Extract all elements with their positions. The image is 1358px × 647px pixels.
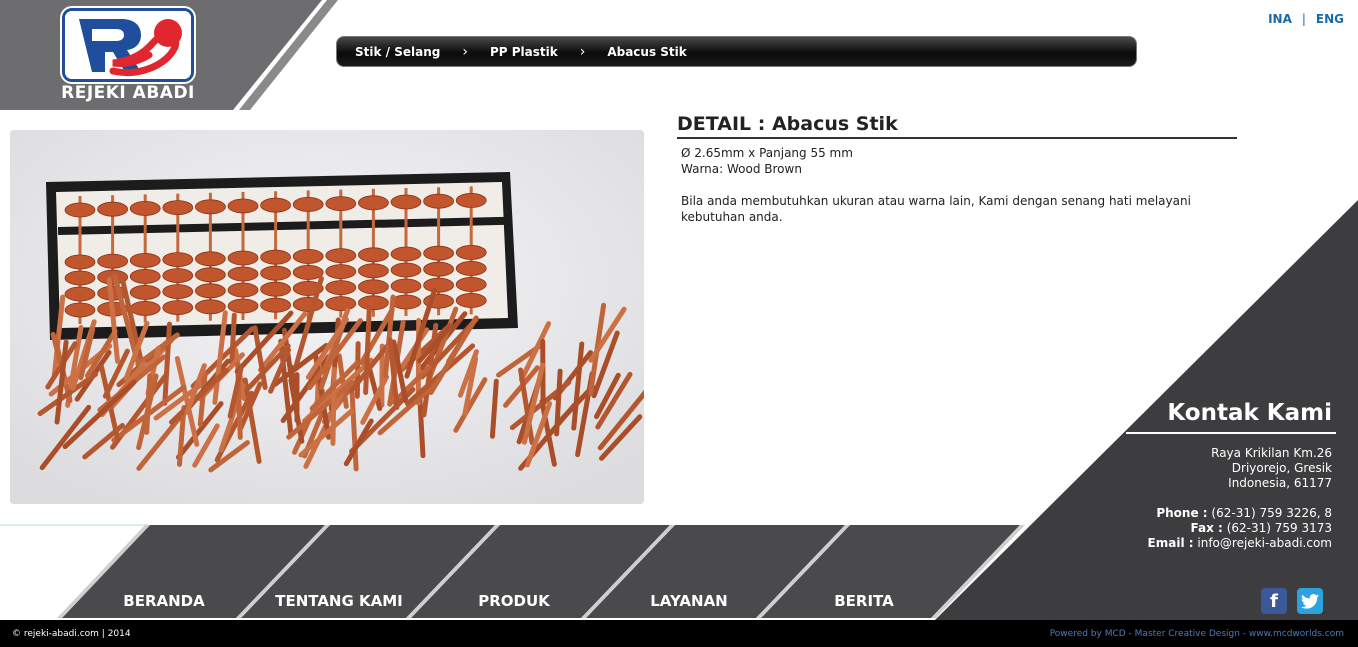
address-line: Indonesia, 61177 bbox=[1228, 476, 1332, 490]
nav-produk[interactable]: PRODUK bbox=[439, 592, 589, 610]
breadcrumb: Stik / Selang › PP Plastik › Abacus Stik bbox=[336, 36, 1137, 67]
facebook-icon[interactable]: f bbox=[1261, 588, 1287, 614]
chevron-right-icon: › bbox=[579, 43, 586, 60]
contact-numbers: Phone : (62-31) 759 3226, 8 Fax : (62-31… bbox=[1126, 506, 1336, 551]
twitter-icon[interactable] bbox=[1297, 588, 1323, 614]
lang-eng-link[interactable]: ENG bbox=[1316, 12, 1344, 26]
product-detail: DETAIL : Abacus Stik Ø 2.65mm x Panjang … bbox=[677, 113, 1237, 225]
email-link[interactable]: info@rejeki-abadi.com bbox=[1197, 536, 1332, 550]
address-line: Raya Krikilan Km.26 bbox=[1211, 446, 1332, 460]
fax-label: Fax : bbox=[1190, 521, 1223, 535]
lang-ina-link[interactable]: INA bbox=[1268, 12, 1292, 26]
contact-address: Raya Krikilan Km.26 Driyorejo, Gresik In… bbox=[1126, 446, 1336, 491]
abacus-photo bbox=[10, 130, 644, 504]
breadcrumb-item-current[interactable]: Abacus Stik bbox=[607, 45, 686, 59]
nav-layanan[interactable]: LAYANAN bbox=[614, 592, 764, 610]
language-switch: INA | ENG bbox=[1268, 12, 1344, 26]
nav-tentang-kami[interactable]: TENTANG KAMI bbox=[264, 592, 414, 610]
nav-berita[interactable]: BERITA bbox=[789, 592, 939, 610]
breadcrumb-item-category[interactable]: Stik / Selang bbox=[355, 45, 440, 59]
detail-title: DETAIL : Abacus Stik bbox=[677, 113, 1237, 139]
logo-badge bbox=[62, 8, 194, 82]
nav-beranda[interactable]: BERANDA bbox=[89, 592, 239, 610]
product-image[interactable] bbox=[10, 130, 644, 504]
logo-mark-icon bbox=[65, 11, 191, 79]
logo-text: REJEKI ABADI bbox=[61, 83, 195, 103]
social-links: f bbox=[1261, 588, 1323, 614]
phone-label: Phone : bbox=[1156, 506, 1208, 520]
fax-value: (62-31) 759 3173 bbox=[1226, 521, 1332, 535]
spec-color: Warna: Wood Brown bbox=[681, 162, 802, 176]
chevron-right-icon: › bbox=[462, 43, 468, 60]
detail-body: Ø 2.65mm x Panjang 55 mm Warna: Wood Bro… bbox=[677, 139, 1237, 225]
footer-copyright: © rejeki-abadi.com | 2014 bbox=[12, 628, 131, 639]
phone-value: (62-31) 759 3226, 8 bbox=[1211, 506, 1332, 520]
contact-panel: Kontak Kami Raya Krikilan Km.26 Driyorej… bbox=[1126, 400, 1336, 551]
breadcrumb-item-material[interactable]: PP Plastik bbox=[490, 45, 558, 59]
contact-title: Kontak Kami bbox=[1126, 400, 1336, 434]
twitter-bird-icon bbox=[1301, 593, 1319, 609]
spec-size: Ø 2.65mm x Panjang 55 mm bbox=[681, 146, 853, 160]
footer: © rejeki-abadi.com | 2014 Powered by MCD… bbox=[0, 620, 1358, 647]
email-label: Email : bbox=[1147, 536, 1194, 550]
address-line: Driyorejo, Gresik bbox=[1231, 461, 1332, 475]
detail-note: Bila anda membutuhkan ukuran atau warna … bbox=[681, 194, 1191, 224]
site-logo[interactable]: REJEKI ABADI bbox=[60, 8, 196, 108]
footer-powered-by[interactable]: Powered by MCD - Master Creative Design … bbox=[1050, 629, 1344, 639]
lang-separator: | bbox=[1301, 12, 1306, 26]
